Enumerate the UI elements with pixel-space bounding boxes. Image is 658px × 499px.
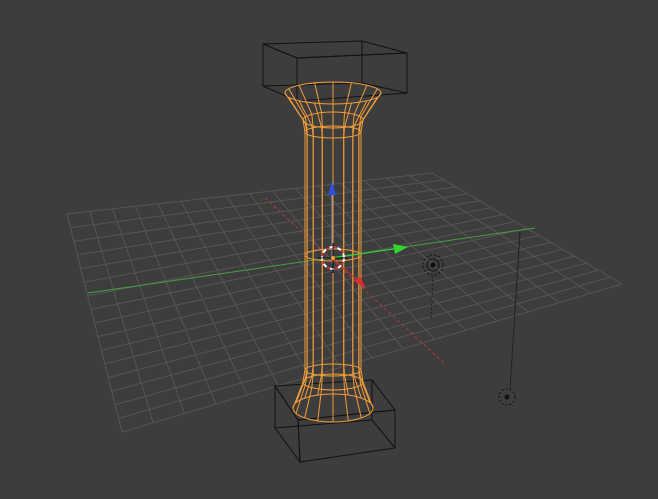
empty-icon[interactable] bbox=[498, 231, 521, 406]
capital-box[interactable] bbox=[262, 40, 408, 102]
y-arrow-icon[interactable] bbox=[393, 244, 408, 254]
grid-line bbox=[111, 262, 587, 392]
grid-line bbox=[363, 180, 529, 313]
grid-line bbox=[94, 228, 528, 324]
column-edge bbox=[358, 88, 378, 403]
grid-line bbox=[340, 182, 498, 322]
lamp-icon[interactable] bbox=[422, 254, 444, 319]
column-edge bbox=[284, 92, 306, 409]
grid-line bbox=[104, 248, 563, 365]
grid-line bbox=[431, 172, 623, 285]
column-edge bbox=[288, 96, 308, 414]
column-edge bbox=[352, 100, 368, 419]
3d-viewport[interactable] bbox=[0, 0, 658, 499]
z-arrow-icon[interactable] bbox=[328, 181, 336, 195]
base-box[interactable] bbox=[274, 379, 396, 464]
column-edge bbox=[343, 82, 352, 396]
viewport-canvas[interactable] bbox=[0, 0, 658, 499]
column-edge bbox=[358, 96, 378, 414]
